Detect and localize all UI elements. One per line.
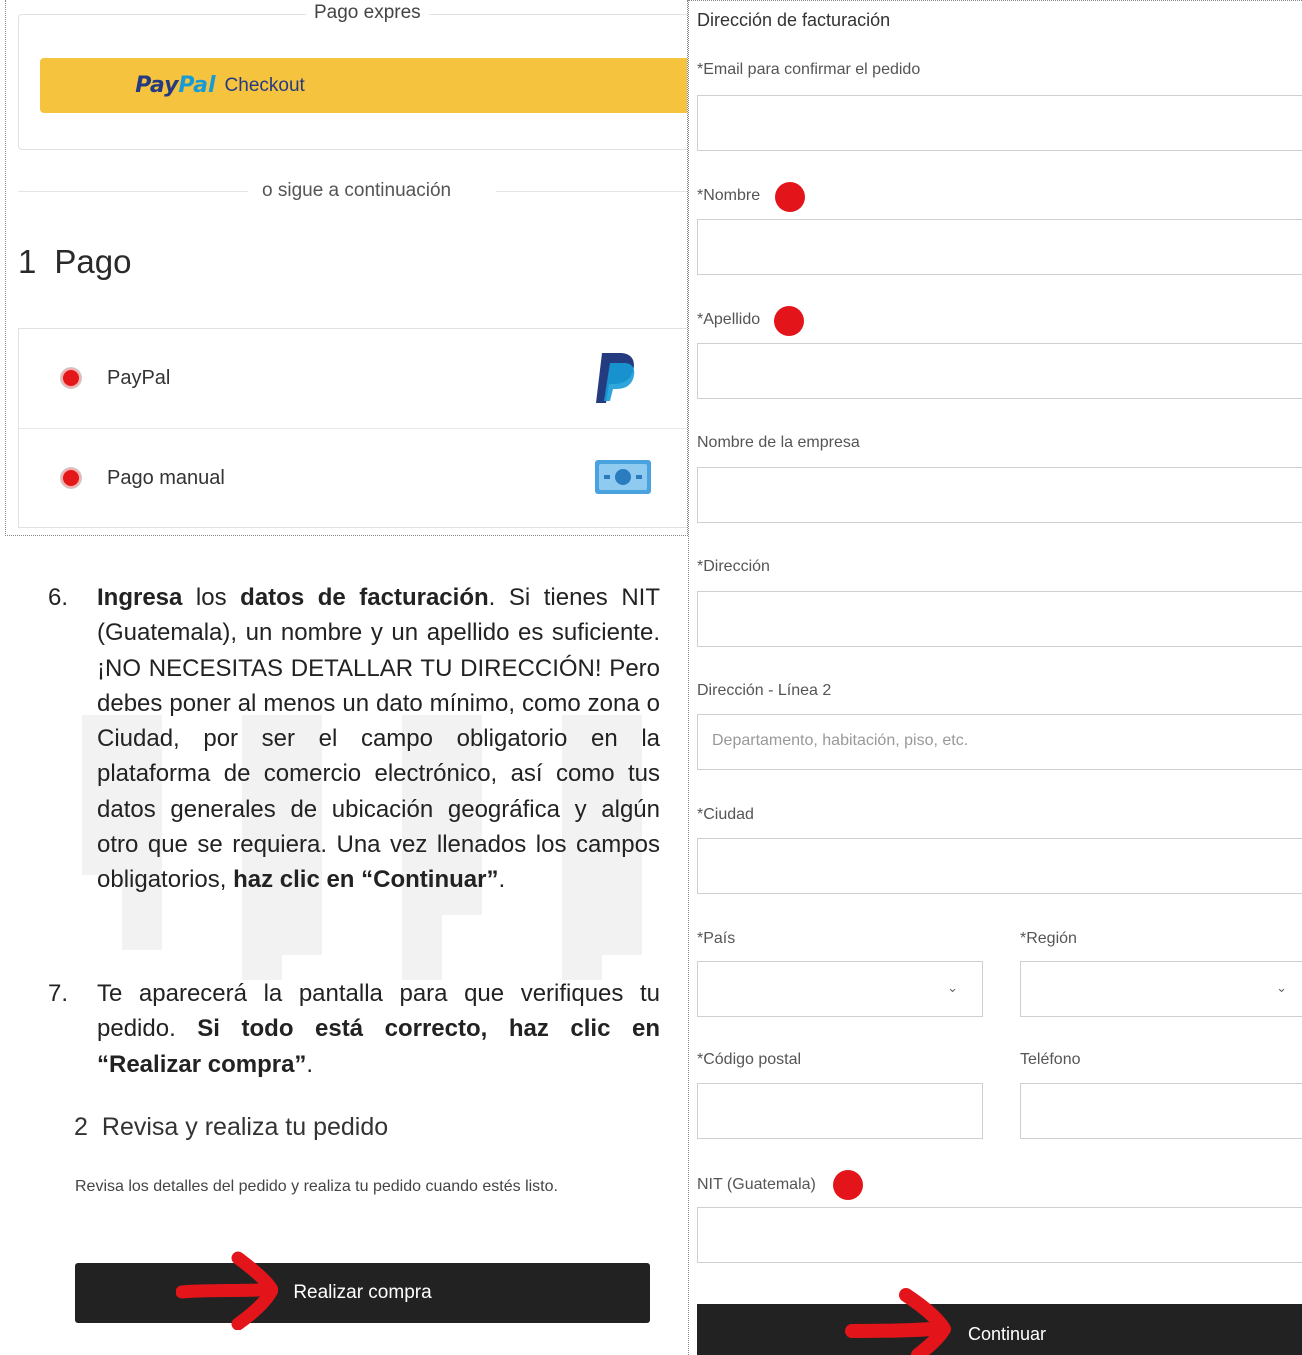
chevron-down-icon: ⌄ — [947, 980, 958, 995]
review-title: Revisa y realiza tu pedido — [101, 1113, 389, 1141]
payment-methods-list: PayPal Pago manual — [18, 328, 687, 528]
empresa-label: Nombre de la empresa — [697, 434, 860, 451]
divider-line — [496, 191, 687, 192]
empresa-field[interactable] — [697, 467, 1302, 523]
chevron-down-icon: ⌄ — [1276, 980, 1287, 995]
apellido-field[interactable] — [697, 343, 1302, 399]
paypal-pal-text: Pal — [178, 73, 216, 98]
express-checkout-screenshot: Pago expres PayPal Checkout o sigue a co… — [5, 0, 688, 536]
step-number: 6. — [48, 584, 69, 611]
pais-select[interactable]: ⌄ — [697, 961, 983, 1017]
red-arrow-annotation-icon — [845, 1288, 951, 1355]
step-plain-text: los — [182, 584, 241, 611]
red-dot-annotation-icon — [833, 1170, 863, 1200]
direccion2-field[interactable]: Departamento, habitación, piso, etc. — [697, 714, 1302, 770]
postal-label: *Código postal — [697, 1051, 802, 1068]
step-bold-text: Ingresa — [97, 584, 183, 611]
payment-method-manual[interactable]: Pago manual — [19, 428, 687, 527]
ciudad-field[interactable] — [697, 838, 1302, 894]
divider-line — [18, 191, 248, 192]
radio-selected-icon[interactable] — [61, 468, 81, 488]
telefono-label: Teléfono — [1020, 1051, 1081, 1068]
radio-selected-icon[interactable] — [61, 368, 81, 388]
payment-method-paypal[interactable]: PayPal — [19, 329, 687, 427]
payment-method-label: Pago manual — [107, 466, 225, 489]
payment-method-label: PayPal — [107, 366, 171, 389]
payment-step-number: 1 — [18, 243, 37, 280]
pais-label: *País — [697, 930, 736, 947]
red-dot-annotation-icon — [774, 306, 804, 336]
continuar-label: Continuar — [967, 1323, 1047, 1344]
step-plain-text: . — [498, 866, 506, 894]
payment-title: Pago — [54, 243, 132, 280]
continuar-button[interactable]: Continuar — [697, 1304, 1302, 1355]
step-text: Ingresa los datos de facturación. Si tie… — [97, 580, 660, 898]
postal-code-field[interactable] — [697, 1083, 983, 1139]
step-bold-text: datos de facturación — [240, 584, 489, 611]
instruction-step-6: 6. Ingresa los datos de facturación. Si … — [48, 580, 660, 898]
nombre-label: *Nombre — [697, 187, 761, 204]
review-step-number: 2 — [74, 1113, 88, 1141]
direccion-label: *Dirección — [697, 558, 770, 575]
review-description: Revisa los detalles del pedido y realiza… — [75, 1178, 558, 1195]
step-plain-text: . — [306, 1050, 314, 1078]
apellido-label: *Apellido — [697, 311, 761, 328]
nombre-field[interactable] — [697, 219, 1302, 275]
nit-field[interactable] — [697, 1207, 1302, 1263]
paypal-logo-icon — [594, 351, 638, 410]
billing-form-title: Dirección de facturación — [697, 10, 891, 30]
red-arrow-annotation-icon — [176, 1251, 278, 1330]
direccion-field[interactable] — [697, 591, 1302, 647]
email-field[interactable] — [697, 95, 1302, 151]
ciudad-label: *Ciudad — [697, 806, 754, 823]
red-dot-annotation-icon — [775, 182, 805, 212]
cash-bill-icon — [594, 459, 652, 500]
email-label: *Email para confirmar el pedido — [697, 61, 921, 78]
step-plain-text: . Si tienes NIT (Guatemala), un nombre y… — [97, 584, 661, 894]
payment-section-title: 1 Pago — [18, 243, 131, 281]
paypal-checkout-button[interactable]: PayPal Checkout — [40, 58, 687, 113]
direccion2-placeholder: Departamento, habitación, piso, etc. — [712, 732, 969, 749]
region-label: *Región — [1020, 930, 1077, 947]
nit-label: NIT (Guatemala) — [697, 1176, 816, 1193]
telefono-field[interactable] — [1020, 1083, 1302, 1139]
step-number: 7. — [48, 980, 69, 1007]
realizar-compra-button[interactable]: Realizar compra — [75, 1263, 650, 1323]
express-checkout-title: Pago expres — [306, 2, 429, 24]
realizar-compra-label: Realizar compra — [293, 1282, 432, 1303]
direccion2-label: Dirección - Línea 2 — [697, 682, 832, 699]
paypal-pay-text: Pay — [135, 73, 179, 98]
paypal-checkout-label: Checkout — [224, 74, 305, 96]
billing-form-screenshot: Dirección de facturación *Email para con… — [688, 0, 1302, 1355]
region-select[interactable]: ⌄ — [1020, 961, 1302, 1017]
step-text: Te aparecerá la pantalla para que verifi… — [97, 976, 660, 1082]
divider-text: o sigue a continuación — [262, 180, 452, 201]
instruction-step-7: 7. Te aparecerá la pantalla para que ver… — [48, 976, 660, 1082]
review-section-title: 2 Revisa y realiza tu pedido — [74, 1113, 388, 1142]
step-bold-text: haz clic en “Continuar” — [233, 866, 499, 894]
